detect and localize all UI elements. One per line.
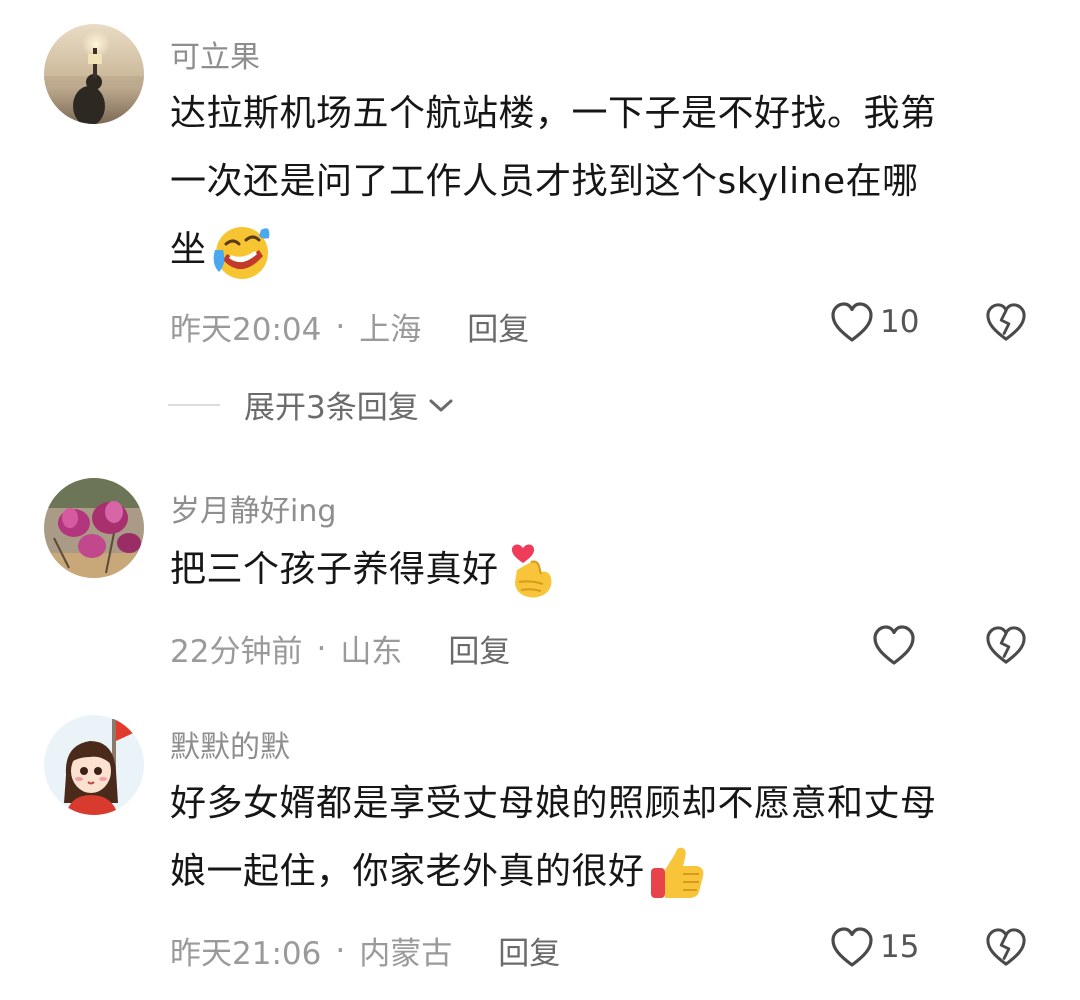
like-button[interactable]: 10	[830, 301, 919, 343]
comment-line-text: 坐	[170, 229, 207, 270]
comment-line: 好多女婿都是享受丈母娘的照顾却不愿意和丈母	[170, 783, 937, 824]
like-button[interactable]: 15	[830, 926, 919, 968]
comment-time: 昨天20:04	[170, 312, 322, 348]
dislike-button[interactable]	[985, 302, 1027, 342]
meta-separator: ·	[335, 308, 346, 345]
comment-line: 坐	[170, 216, 1040, 284]
comment-line: 一次还是问了工作人员才找到这个skyline在哪	[170, 161, 919, 202]
crying-laughing-emoji	[209, 220, 271, 282]
comment-line-text: 娘一起住，你家老外真的很好	[170, 851, 645, 892]
comment-location: 内蒙古	[359, 936, 453, 972]
finger-heart-emoji	[501, 540, 563, 602]
comment-meta: 昨天21:06 · 内蒙古 回复	[170, 928, 560, 973]
avatar[interactable]	[44, 478, 144, 578]
avatar[interactable]	[44, 715, 144, 815]
broken-heart-icon	[985, 302, 1027, 342]
comment-meta: 昨天20:04 · 上海 回复	[170, 304, 529, 349]
comment-location: 上海	[359, 312, 422, 348]
dislike-button[interactable]	[985, 625, 1027, 665]
reply-button[interactable]: 回复	[498, 928, 560, 973]
avatar[interactable]	[44, 24, 144, 124]
meta-separator: ·	[335, 932, 346, 969]
like-count: 15	[880, 929, 920, 965]
dislike-button[interactable]	[985, 927, 1027, 967]
broken-heart-icon	[985, 927, 1027, 967]
broken-heart-icon	[985, 625, 1027, 665]
comment-text: 把三个孩子养得真好	[170, 536, 1040, 604]
username[interactable]: 岁月静好ing	[170, 486, 336, 530]
heart-outline-icon	[872, 624, 916, 666]
comment-time: 昨天21:06	[170, 936, 322, 972]
username[interactable]: 默默的默	[170, 722, 290, 766]
expand-divider	[168, 403, 220, 406]
comment-time: 22分钟前	[170, 634, 303, 670]
comment-line: 达拉斯机场五个航站楼，一下子是不好找。我第	[170, 93, 937, 134]
comment-line-text: 把三个孩子养得真好	[170, 549, 499, 590]
username[interactable]: 可立果	[170, 32, 260, 76]
comment-text: 达拉斯机场五个航站楼，一下子是不好找。我第 一次还是问了工作人员才找到这个sky…	[170, 80, 1040, 284]
expand-replies-button[interactable]: 展开3条回复	[168, 382, 455, 427]
heart-outline-icon	[830, 301, 874, 343]
expand-replies-label: 展开3条回复	[244, 390, 419, 426]
meta-separator: ·	[316, 630, 327, 667]
reply-button[interactable]: 回复	[467, 304, 529, 349]
like-button[interactable]	[872, 624, 922, 666]
comment-location: 山东	[340, 634, 403, 670]
like-count: 10	[880, 304, 920, 340]
reply-button[interactable]: 回复	[448, 626, 510, 671]
comment-line: 把三个孩子养得真好	[170, 536, 1040, 604]
comment-text: 好多女婿都是享受丈母娘的照顾却不愿意和丈母 娘一起住，你家老外真的很好	[170, 770, 1040, 906]
thumbs-up-emoji	[647, 842, 709, 904]
chevron-down-icon	[427, 387, 455, 423]
comment-meta: 22分钟前 · 山东 回复	[170, 626, 510, 671]
comment-line: 娘一起住，你家老外真的很好	[170, 838, 1040, 906]
heart-outline-icon	[830, 926, 874, 968]
